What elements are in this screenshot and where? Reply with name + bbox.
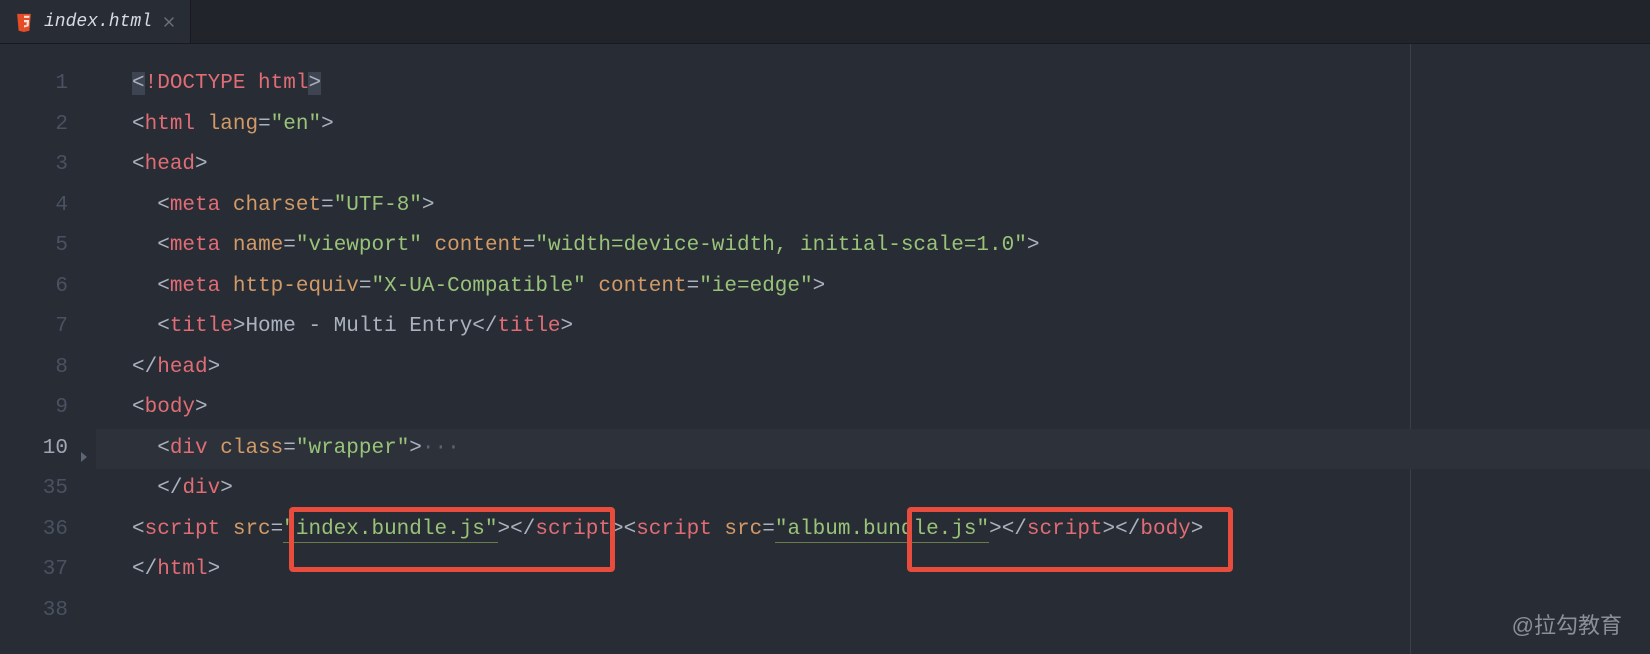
- code-line-5: <meta name="viewport" content="width=dev…: [132, 226, 1650, 267]
- code-line-3: <head>: [132, 145, 1650, 186]
- lineno: 10: [0, 429, 68, 470]
- lineno: 8: [0, 348, 68, 389]
- lineno: 7: [0, 307, 68, 348]
- lineno: 2: [0, 105, 68, 146]
- lineno: 36: [0, 510, 68, 551]
- tab-filename: index.html: [44, 12, 152, 32]
- lineno: 6: [0, 267, 68, 308]
- tab-bar: index.html: [0, 0, 1650, 44]
- lineno: 38: [0, 591, 68, 632]
- lineno: 5: [0, 226, 68, 267]
- code-line-8: </head>: [132, 348, 1650, 389]
- lineno: 37: [0, 550, 68, 591]
- fold-ellipsis-icon: ···: [422, 437, 460, 460]
- code-line-36: <script src="index.bundle.js"></script><…: [132, 510, 1650, 551]
- code-line-6: <meta http-equiv="X-UA-Compatible" conte…: [132, 267, 1650, 308]
- html5-icon: [14, 12, 34, 32]
- code-line-7: <title>Home - Multi Entry</title>: [132, 307, 1650, 348]
- code-line-37: </html>: [132, 550, 1650, 591]
- code-line-4: <meta charset="UTF-8">: [132, 186, 1650, 227]
- lineno: 9: [0, 388, 68, 429]
- fold-chevron-icon[interactable]: [76, 441, 92, 457]
- watermark: @拉勾教育: [1502, 604, 1632, 644]
- code-line-38: [132, 591, 1650, 632]
- code-line-2: <html lang="en">: [132, 105, 1650, 146]
- code-area[interactable]: <!DOCTYPE html> <html lang="en"> <head> …: [96, 64, 1650, 654]
- code-line-35: </div>: [132, 469, 1650, 510]
- code-line-10: <div class="wrapper">···: [96, 429, 1650, 470]
- lineno: 3: [0, 145, 68, 186]
- lineno: 1: [0, 64, 68, 105]
- close-icon[interactable]: [162, 15, 176, 29]
- lineno: 35: [0, 469, 68, 510]
- code-line-9: <body>: [132, 388, 1650, 429]
- lineno: 4: [0, 186, 68, 227]
- editor[interactable]: 1 2 3 4 5 6 7 8 9 10 35 36 37 38 <!DOCTY…: [0, 44, 1650, 654]
- code-line-1: <!DOCTYPE html>: [132, 64, 1650, 105]
- gutter: 1 2 3 4 5 6 7 8 9 10 35 36 37 38: [0, 64, 96, 654]
- tab-index-html[interactable]: index.html: [0, 0, 191, 43]
